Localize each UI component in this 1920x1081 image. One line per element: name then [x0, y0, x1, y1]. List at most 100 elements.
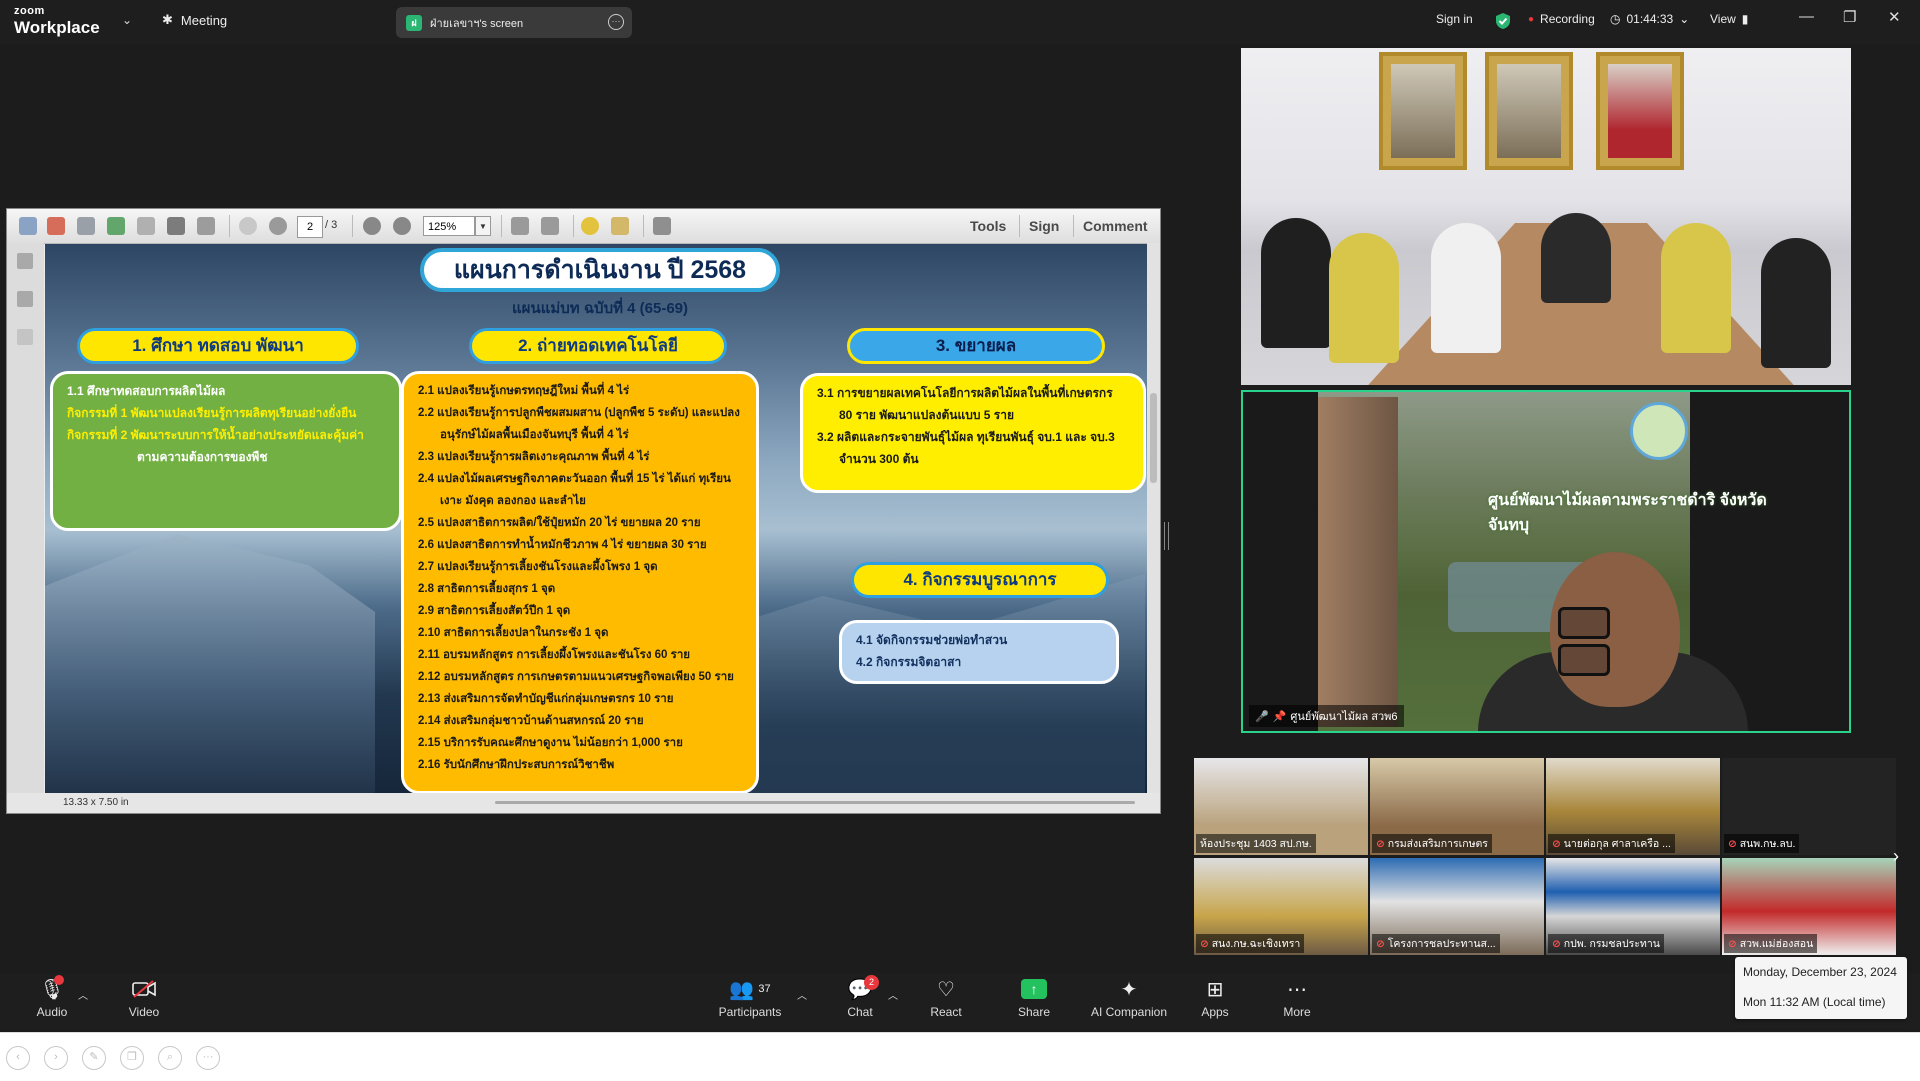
video-button[interactable]: Video: [122, 973, 166, 1019]
edit-icon[interactable]: [77, 217, 95, 235]
meeting-button[interactable]: ✱ Meeting: [162, 12, 227, 28]
list-item: 2.15 บริการรับคณะศึกษาดูงาน ไม่น้อยกว่า …: [418, 737, 683, 749]
pdf-status-bar: 13.33 x 7.50 in: [7, 793, 1160, 813]
gallery-tile[interactable]: ห้องประชุม 1403 สป.กษ.: [1194, 758, 1368, 855]
screen-share-indicator[interactable]: ฝ ฝ่ายเลขาฯ's screen ···: [396, 7, 632, 38]
ai-companion-button[interactable]: ✦ AI Companion: [1088, 973, 1170, 1020]
sparkle-icon: ✦: [1120, 978, 1138, 1001]
comment-link[interactable]: Comment: [1083, 218, 1148, 234]
chevron-up-icon[interactable]: ︿: [78, 987, 88, 1002]
meeting-timer[interactable]: ◷ 01:44:33 ⌄: [1610, 12, 1689, 26]
paw-icon: ✱: [162, 12, 173, 27]
share-label: ฝ่ายเลขาฯ's screen: [430, 17, 524, 30]
chevron-up-icon[interactable]: ︿: [888, 987, 898, 1002]
bookmark-icon[interactable]: [17, 291, 33, 307]
shield-icon[interactable]: [1495, 12, 1511, 30]
chevron-down-icon: ⌄: [1679, 12, 1690, 26]
chat-button[interactable]: 💬 Chat 2: [842, 973, 879, 1019]
fit-page-icon[interactable]: [541, 217, 559, 235]
list-item: 4.2 กิจกรรมจิตอาสา: [856, 655, 962, 669]
sign-in-button[interactable]: Sign in: [1436, 12, 1473, 26]
save-icon[interactable]: [137, 217, 155, 235]
datetime-tooltip: Monday, December 23, 2024 Mon 11:32 AM (…: [1735, 957, 1907, 1019]
video-tile-conference-room[interactable]: [1241, 48, 1851, 385]
pages-icon[interactable]: [17, 253, 33, 269]
close-icon[interactable]: ✕: [1888, 8, 1901, 26]
audio-label: Audio: [36, 1005, 68, 1019]
restore-icon[interactable]: ❐: [1843, 8, 1856, 26]
participants-button[interactable]: 👥 37 Participants: [715, 973, 785, 1020]
share-button[interactable]: ↑ Share: [1016, 973, 1052, 1019]
play-icon[interactable]: ›: [44, 1046, 68, 1070]
scroll-thumb[interactable]: [1150, 393, 1157, 483]
gallery-tile[interactable]: ⊘ กรมส่งเสริมการเกษตร: [1370, 758, 1544, 855]
list-item: 2.8 สาธิตการเลี้ยงสุกร 1 จุด: [418, 583, 556, 595]
apps-button[interactable]: ⊞ Apps: [1198, 973, 1232, 1020]
search-icon[interactable]: ⌕: [158, 1046, 182, 1070]
page-number-input[interactable]: 2: [297, 216, 323, 238]
list-item: อนุรักษ์ไม้ผลพื้นเมืองจันทบุรี พื้นที่ 4…: [440, 429, 629, 441]
fit-width-icon[interactable]: [511, 217, 529, 235]
view-label: View: [1710, 12, 1736, 26]
email-icon[interactable]: [197, 217, 215, 235]
zoom-logo[interactable]: zoom Workplace: [14, 5, 100, 37]
video-tile-active-speaker[interactable]: ศูนย์พัฒนาไม้ผลตามพระราชดำริ จังหวัดจันท…: [1241, 390, 1851, 733]
mic-off-icon: 🎤: [1255, 710, 1269, 723]
gallery-tile[interactable]: ⊘ โครงการชลประทานส...: [1370, 858, 1544, 955]
gallery-tile[interactable]: ⊘ กปพ. กรมชลประทาน: [1546, 858, 1720, 955]
resize-handle[interactable]: [1164, 522, 1169, 550]
horizontal-scrollbar[interactable]: [495, 801, 1135, 804]
participant-figure: [1329, 233, 1399, 363]
more-icon[interactable]: ···: [196, 1046, 220, 1070]
print-icon[interactable]: [167, 217, 185, 235]
sign-link[interactable]: Sign: [1029, 218, 1059, 234]
chevron-down-icon[interactable]: ▼: [475, 216, 491, 236]
list-item: 2.6 แปลงสาธิตการทำน้ำหมักชีวภาพ 4 ไร่ ขย…: [418, 539, 707, 551]
recording-indicator[interactable]: ● Recording: [1528, 12, 1595, 26]
section-box-4: 4.1 จัดกิจกรรมช่วยพ่อทำสวน 4.2 กิจกรรมจิ…: [839, 620, 1119, 684]
gallery-tile[interactable]: ⊘ สนง.กษ.ฉะเชิงเทรา: [1194, 858, 1368, 955]
view-button[interactable]: View ▮: [1710, 12, 1748, 26]
back-icon[interactable]: ‹: [6, 1046, 30, 1070]
chevron-down-icon[interactable]: ⌄: [122, 13, 132, 27]
pen-icon[interactable]: ✎: [82, 1046, 106, 1070]
more-options-icon[interactable]: ···: [608, 14, 624, 30]
gallery-tile[interactable]: ⊘ สนพ.กษ.ลบ.: [1722, 758, 1896, 855]
share-screen-icon: ↑: [1016, 973, 1052, 1005]
zoom-in-icon[interactable]: [393, 217, 411, 235]
pdf-scrollbar[interactable]: [1147, 243, 1160, 793]
gallery-tile[interactable]: ⊘ นายต่อกุล ศาลาเครือ ...: [1546, 758, 1720, 855]
logo-line2: Workplace: [14, 18, 100, 37]
more-button[interactable]: ⋯ More: [1280, 973, 1314, 1020]
gallery-tile[interactable]: ⊘ สวพ.แม่ฮ่องสอน: [1722, 858, 1896, 955]
comment-icon[interactable]: [581, 217, 599, 235]
chevron-up-icon[interactable]: ︿: [797, 987, 807, 1002]
pdf-toolbar: 2 / 3 125% ▼ Tools Sign Comment: [7, 209, 1160, 244]
prev-page-icon[interactable]: [239, 217, 257, 235]
section-header-2: 2. ถ่ายทอดเทคโนโลยี: [469, 328, 727, 364]
list-item: เงาะ มังคุด ลองกอง และลำไย: [440, 495, 586, 507]
audio-button[interactable]: 🎙 Audio: [30, 973, 74, 1019]
tools-link[interactable]: Tools: [970, 218, 1006, 234]
logo-line1: zoom: [14, 5, 45, 17]
participant-name: ห้องประชุม 1403 สป.กษ.: [1196, 834, 1316, 853]
microphone-icon: 🎙: [39, 978, 65, 1001]
portrait-frame: [1379, 52, 1467, 170]
pdf-icon[interactable]: [47, 217, 65, 235]
zoom-level-input[interactable]: 125%: [423, 216, 475, 236]
attachment-icon[interactable]: [17, 329, 33, 345]
zoom-out-icon[interactable]: [363, 217, 381, 235]
cloud-icon[interactable]: [107, 217, 125, 235]
copy-icon[interactable]: ❐: [120, 1046, 144, 1070]
meeting-toolbar: 🎙 Audio ︿ Video 👥 37 Participants ︿ 💬 Cha…: [0, 973, 1920, 1029]
recording-label: Recording: [1540, 12, 1595, 26]
react-button[interactable]: ♡ React: [928, 973, 964, 1020]
expand-icon[interactable]: [653, 217, 671, 235]
next-page-icon[interactable]: [269, 217, 287, 235]
highlight-icon[interactable]: [611, 217, 629, 235]
divider: [643, 215, 644, 237]
minimize-icon[interactable]: —: [1799, 8, 1814, 25]
share-label: Share: [1017, 1005, 1051, 1019]
create-icon[interactable]: [19, 217, 37, 235]
chevron-right-icon[interactable]: ›: [1893, 846, 1899, 867]
